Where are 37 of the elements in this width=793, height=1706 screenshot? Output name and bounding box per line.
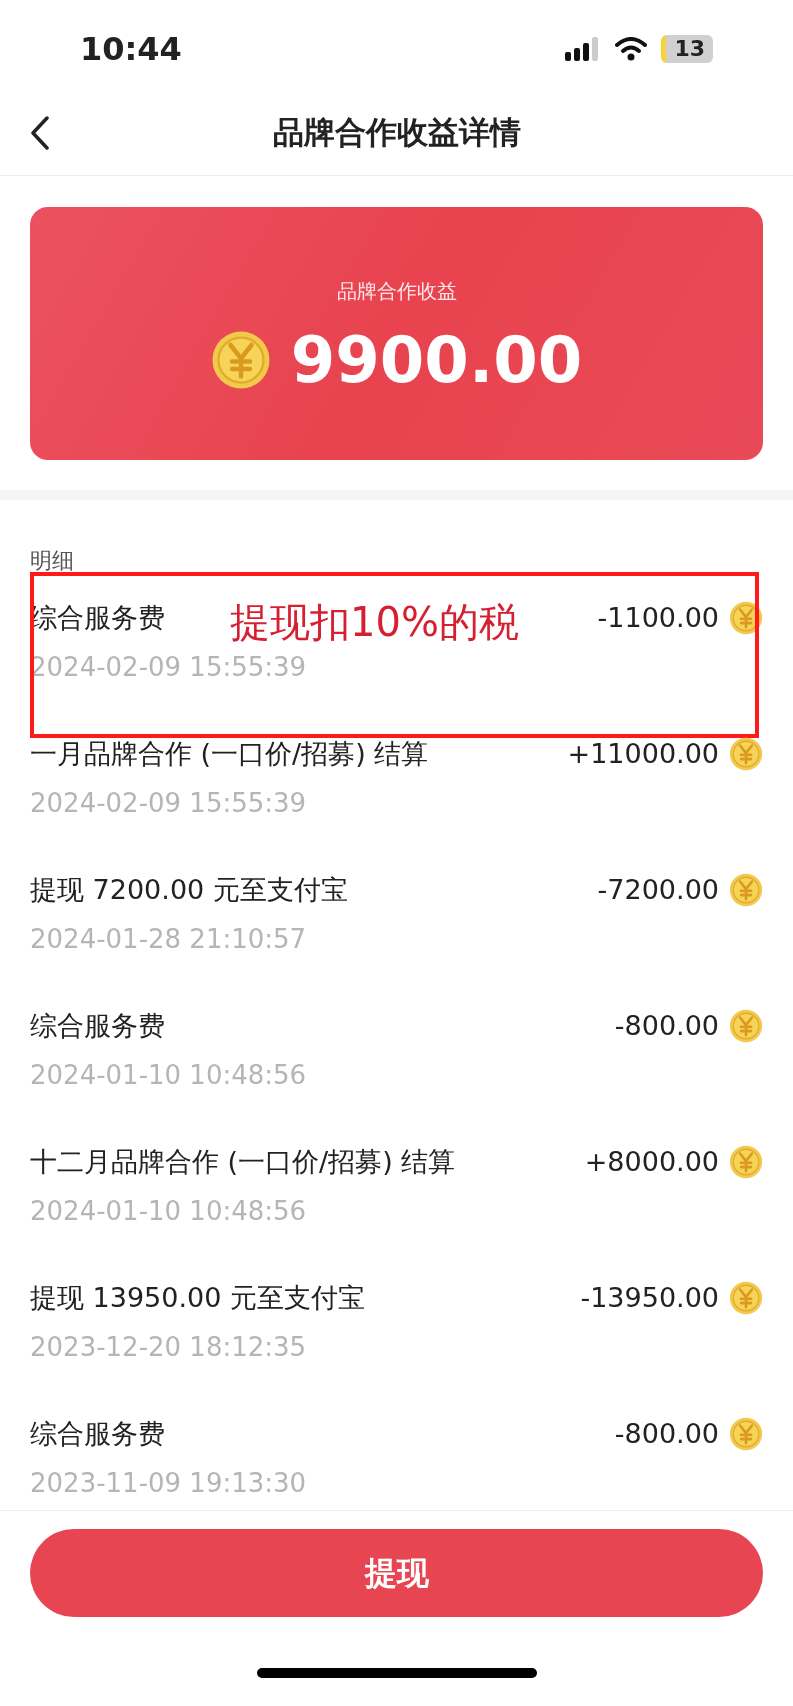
section-heading: 明细 (30, 548, 75, 574)
coin-icon (729, 873, 763, 907)
transaction-date: 2023-12-20 18:12:35 (30, 1331, 308, 1363)
total-amount: 9900.00 (290, 327, 583, 392)
coin-icon (729, 1417, 763, 1451)
withdraw-button[interactable]: 提现 (30, 1529, 763, 1617)
transaction-date: 2024-01-10 10:48:56 (30, 1059, 308, 1091)
transaction-date: 2024-02-09 15:55:39 (30, 787, 308, 819)
transaction-title: 十二月品牌合作 (一口价/招募) 结算 (30, 1145, 456, 1179)
back-icon[interactable] (30, 116, 50, 150)
card-label: 品牌合作收益 (336, 277, 457, 305)
battery-level: 13 (661, 35, 713, 63)
coin-icon (729, 1281, 763, 1315)
coin-icon (729, 1145, 763, 1179)
transaction-date: 2024-01-10 10:48:56 (30, 1195, 308, 1227)
transaction-amount: -1100.00 (597, 601, 719, 635)
transaction-date: 2024-02-09 15:55:39 (30, 651, 308, 683)
transaction-amount: -7200.00 (597, 873, 719, 907)
coin-icon (729, 1009, 763, 1043)
transaction-amount: -800.00 (614, 1009, 719, 1043)
transaction-title: 提现 7200.00 元至支付宝 (30, 873, 348, 907)
transaction-amount: +8000.00 (584, 1145, 719, 1179)
coin-icon (729, 601, 763, 635)
coin-icon (729, 737, 763, 771)
coin-icon (210, 329, 271, 390)
transaction-title: 一月品牌合作 (一口价/招募) 结算 (30, 737, 429, 771)
wifi-icon (615, 37, 648, 61)
transaction-title: 提现 13950.00 元至支付宝 (30, 1281, 365, 1315)
page-title: 品牌合作收益详情 (272, 113, 521, 153)
transaction-date: 2024-01-28 21:10:57 (30, 923, 308, 955)
transaction-amount: -13950.00 (580, 1281, 719, 1315)
transaction-amount: +11000.00 (567, 737, 719, 771)
status-time: 10:44 (80, 29, 182, 70)
transaction-amount: -800.00 (614, 1417, 719, 1451)
transaction-title: 综合服务费 (30, 1009, 165, 1043)
transaction-title: 综合服务费 (30, 1417, 165, 1451)
transaction-date: 2023-11-09 19:13:30 (30, 1467, 308, 1499)
